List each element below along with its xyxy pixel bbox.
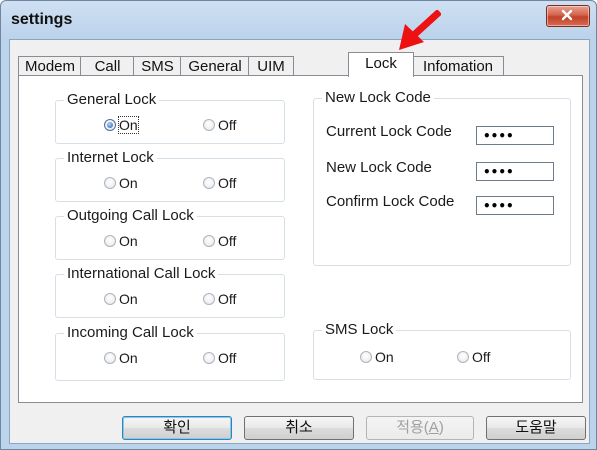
outgoing-call-lock-group: Outgoing Call Lock On Off (55, 207, 285, 260)
radio-icon (203, 293, 215, 305)
tab-lock[interactable]: Lock (348, 52, 414, 77)
title-bar[interactable]: settings (1, 1, 596, 39)
apply-button[interactable]: 적용(A) (366, 416, 474, 440)
radio-label: On (118, 116, 139, 134)
tab-infomation[interactable]: Infomation (412, 56, 504, 76)
red-arrow-icon (399, 10, 441, 50)
incoming-call-lock-off-radio[interactable]: Off (203, 350, 236, 366)
radio-selected-icon (104, 119, 116, 131)
radio-label: On (119, 291, 138, 307)
radio-icon (104, 177, 116, 189)
radio-icon (360, 351, 372, 363)
close-icon (561, 9, 573, 21)
radio-label: Off (218, 350, 237, 366)
help-button[interactable]: 도움말 (486, 416, 586, 440)
new-lock-code-input[interactable]: •••• (476, 162, 554, 181)
radio-label: Off (218, 233, 237, 249)
tab-call[interactable]: Call (80, 56, 135, 76)
radio-icon (104, 352, 116, 364)
current-lock-code-label: Current Lock Code (326, 123, 452, 140)
radio-label: On (119, 350, 138, 366)
radio-icon (457, 351, 469, 363)
outgoing-call-lock-on-radio[interactable]: On (104, 233, 138, 249)
radio-icon (203, 119, 215, 131)
sms-lock-on-radio[interactable]: On (360, 349, 394, 365)
sms-lock-group: SMS Lock On Off (313, 321, 571, 380)
outgoing-call-lock-off-radio[interactable]: Off (203, 233, 236, 249)
internet-lock-on-radio[interactable]: On (104, 175, 138, 191)
sms-lock-label: SMS Lock (322, 321, 397, 338)
radio-label: Off (472, 349, 491, 365)
radio-label: Off (218, 117, 237, 133)
apply-label-prefix: 적용( (396, 419, 429, 436)
radio-label: On (119, 175, 138, 191)
radio-icon (104, 293, 116, 305)
internet-lock-label: Internet Lock (64, 149, 157, 166)
internet-lock-off-radio[interactable]: Off (203, 175, 236, 191)
tab-uim[interactable]: UIM (248, 56, 294, 76)
cancel-button[interactable]: 취소 (244, 416, 354, 440)
new-lock-code-group: New Lock Code Current Lock Code •••• New… (313, 89, 571, 266)
tab-modem[interactable]: Modem (18, 56, 82, 76)
tab-general[interactable]: General (180, 56, 250, 76)
confirm-lock-code-label: Confirm Lock Code (326, 193, 455, 210)
close-button[interactable] (546, 5, 590, 27)
ok-button[interactable]: 확인 (122, 416, 232, 440)
general-lock-off-radio[interactable]: Off (203, 117, 236, 133)
current-lock-code-input[interactable]: •••• (476, 126, 554, 145)
new-lock-code-group-label: New Lock Code (322, 89, 434, 106)
internet-lock-group: Internet Lock On Off (55, 149, 285, 202)
radio-icon (203, 352, 215, 364)
tab-sms[interactable]: SMS (133, 56, 182, 76)
apply-label-key: A (428, 419, 439, 436)
radio-label: On (119, 233, 138, 249)
international-call-lock-label: International Call Lock (64, 265, 219, 282)
new-lock-code-label: New Lock Code (326, 159, 432, 176)
general-lock-label: General Lock (64, 91, 160, 108)
window-title: settings (11, 11, 73, 28)
international-call-lock-off-radio[interactable]: Off (203, 291, 236, 307)
general-lock-group: General Lock On Off (55, 91, 285, 144)
incoming-call-lock-label: Incoming Call Lock (64, 324, 197, 341)
confirm-lock-code-input[interactable]: •••• (476, 196, 554, 215)
incoming-call-lock-on-radio[interactable]: On (104, 350, 138, 366)
radio-icon (203, 235, 215, 247)
radio-label: Off (218, 291, 237, 307)
radio-label: Off (218, 175, 237, 191)
sms-lock-off-radio[interactable]: Off (457, 349, 490, 365)
incoming-call-lock-group: Incoming Call Lock On Off (55, 324, 285, 381)
radio-icon (203, 177, 215, 189)
radio-icon (104, 235, 116, 247)
apply-label-suffix: ) (438, 419, 444, 436)
general-lock-on-radio[interactable]: On (104, 116, 139, 134)
radio-label: On (375, 349, 394, 365)
international-call-lock-group: International Call Lock On Off (55, 265, 285, 318)
outgoing-call-lock-label: Outgoing Call Lock (64, 207, 197, 224)
international-call-lock-on-radio[interactable]: On (104, 291, 138, 307)
